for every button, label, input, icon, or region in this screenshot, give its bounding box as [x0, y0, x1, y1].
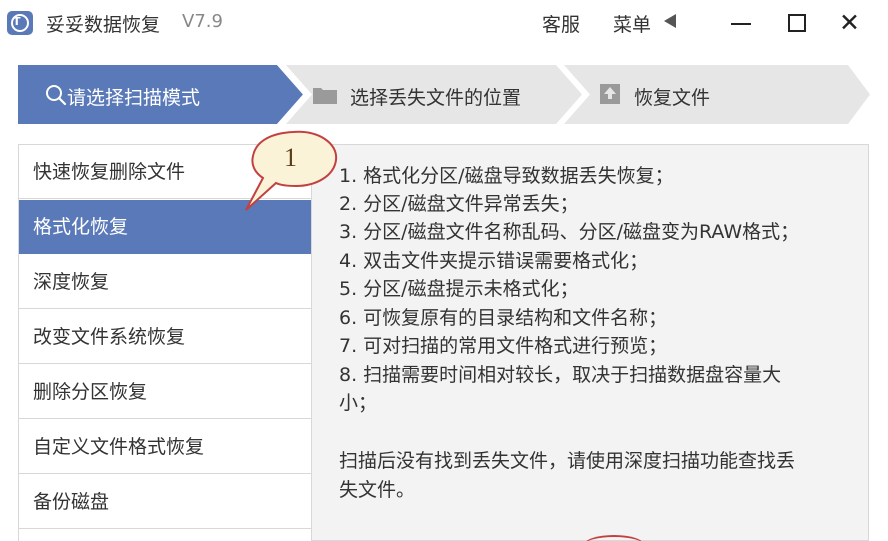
callout-peek: [584, 535, 644, 541]
description-line: 8. 扫描需要时间相对较长，取决于扫描数据盘容量大: [339, 364, 782, 386]
minimize-icon: [731, 23, 751, 25]
description-line: 1. 格式化分区/磁盘导致数据丢失恢复；: [339, 165, 674, 187]
maximize-button[interactable]: [782, 8, 812, 38]
close-button[interactable]: ✕: [836, 8, 866, 38]
app-version: V7.9: [182, 11, 223, 32]
description-line: 2. 分区/磁盘文件异常丢失；: [339, 193, 579, 215]
minimize-button[interactable]: [726, 8, 756, 38]
mode-description-panel: 1. 格式化分区/磁盘导致数据丢失恢复； 2. 分区/磁盘文件异常丢失； 3. …: [311, 144, 869, 541]
search-icon: [46, 85, 67, 106]
menu-arrow-icon[interactable]: [664, 14, 676, 28]
description-line: 7. 可对扫描的常用文件格式进行预览；: [339, 335, 668, 357]
logo-letter: T: [13, 15, 21, 28]
customer-service-button[interactable]: 客服: [542, 10, 580, 37]
step-progress-bar: 请选择扫描模式 选择丢失文件的位置 恢复文件: [18, 65, 870, 124]
mode-backup-disk[interactable]: 备份磁盘: [19, 475, 311, 529]
step-recover-files-label: 恢复文件: [634, 87, 711, 109]
description-line: 失文件。: [339, 479, 416, 501]
app-logo: T: [7, 11, 33, 35]
menu-button[interactable]: 菜单: [613, 10, 651, 37]
step-scan-mode-label: 请选择扫描模式: [67, 87, 201, 109]
step-select-location-label: 选择丢失文件的位置: [350, 87, 522, 109]
close-icon: ✕: [839, 8, 860, 37]
maximize-icon: [788, 14, 806, 32]
mode-custom-format-recover[interactable]: 自定义文件格式恢复: [19, 420, 311, 474]
mode-filesystem-change-recover[interactable]: 改变文件系统恢复: [19, 310, 311, 364]
description-line: 扫描后没有找到丢失文件，请使用深度扫描功能查找丢: [339, 450, 796, 472]
description-line: 3. 分区/磁盘文件名称乱码、分区/磁盘变为RAW格式；: [339, 221, 800, 243]
description-line: 5. 分区/磁盘提示未格式化；: [339, 278, 579, 300]
mode-deleted-partition-recover[interactable]: 删除分区恢复: [19, 365, 311, 419]
description-line: 小；: [339, 392, 378, 414]
callout-number: 1: [284, 143, 297, 172]
upload-icon: [600, 84, 620, 104]
description-line: 6. 可恢复原有的目录结构和文件名称；: [339, 307, 668, 329]
callout-bubble: [245, 130, 338, 211]
app-title: 妥妥数据恢复: [46, 14, 161, 36]
title-bar: T 妥妥数据恢复 V7.9 客服 菜单 ✕: [0, 0, 888, 46]
folder-icon: [313, 88, 337, 104]
mode-deep-recover[interactable]: 深度恢复: [19, 255, 311, 309]
description-line: 4. 双击文件夹提示错误需要格式化；: [339, 250, 649, 272]
